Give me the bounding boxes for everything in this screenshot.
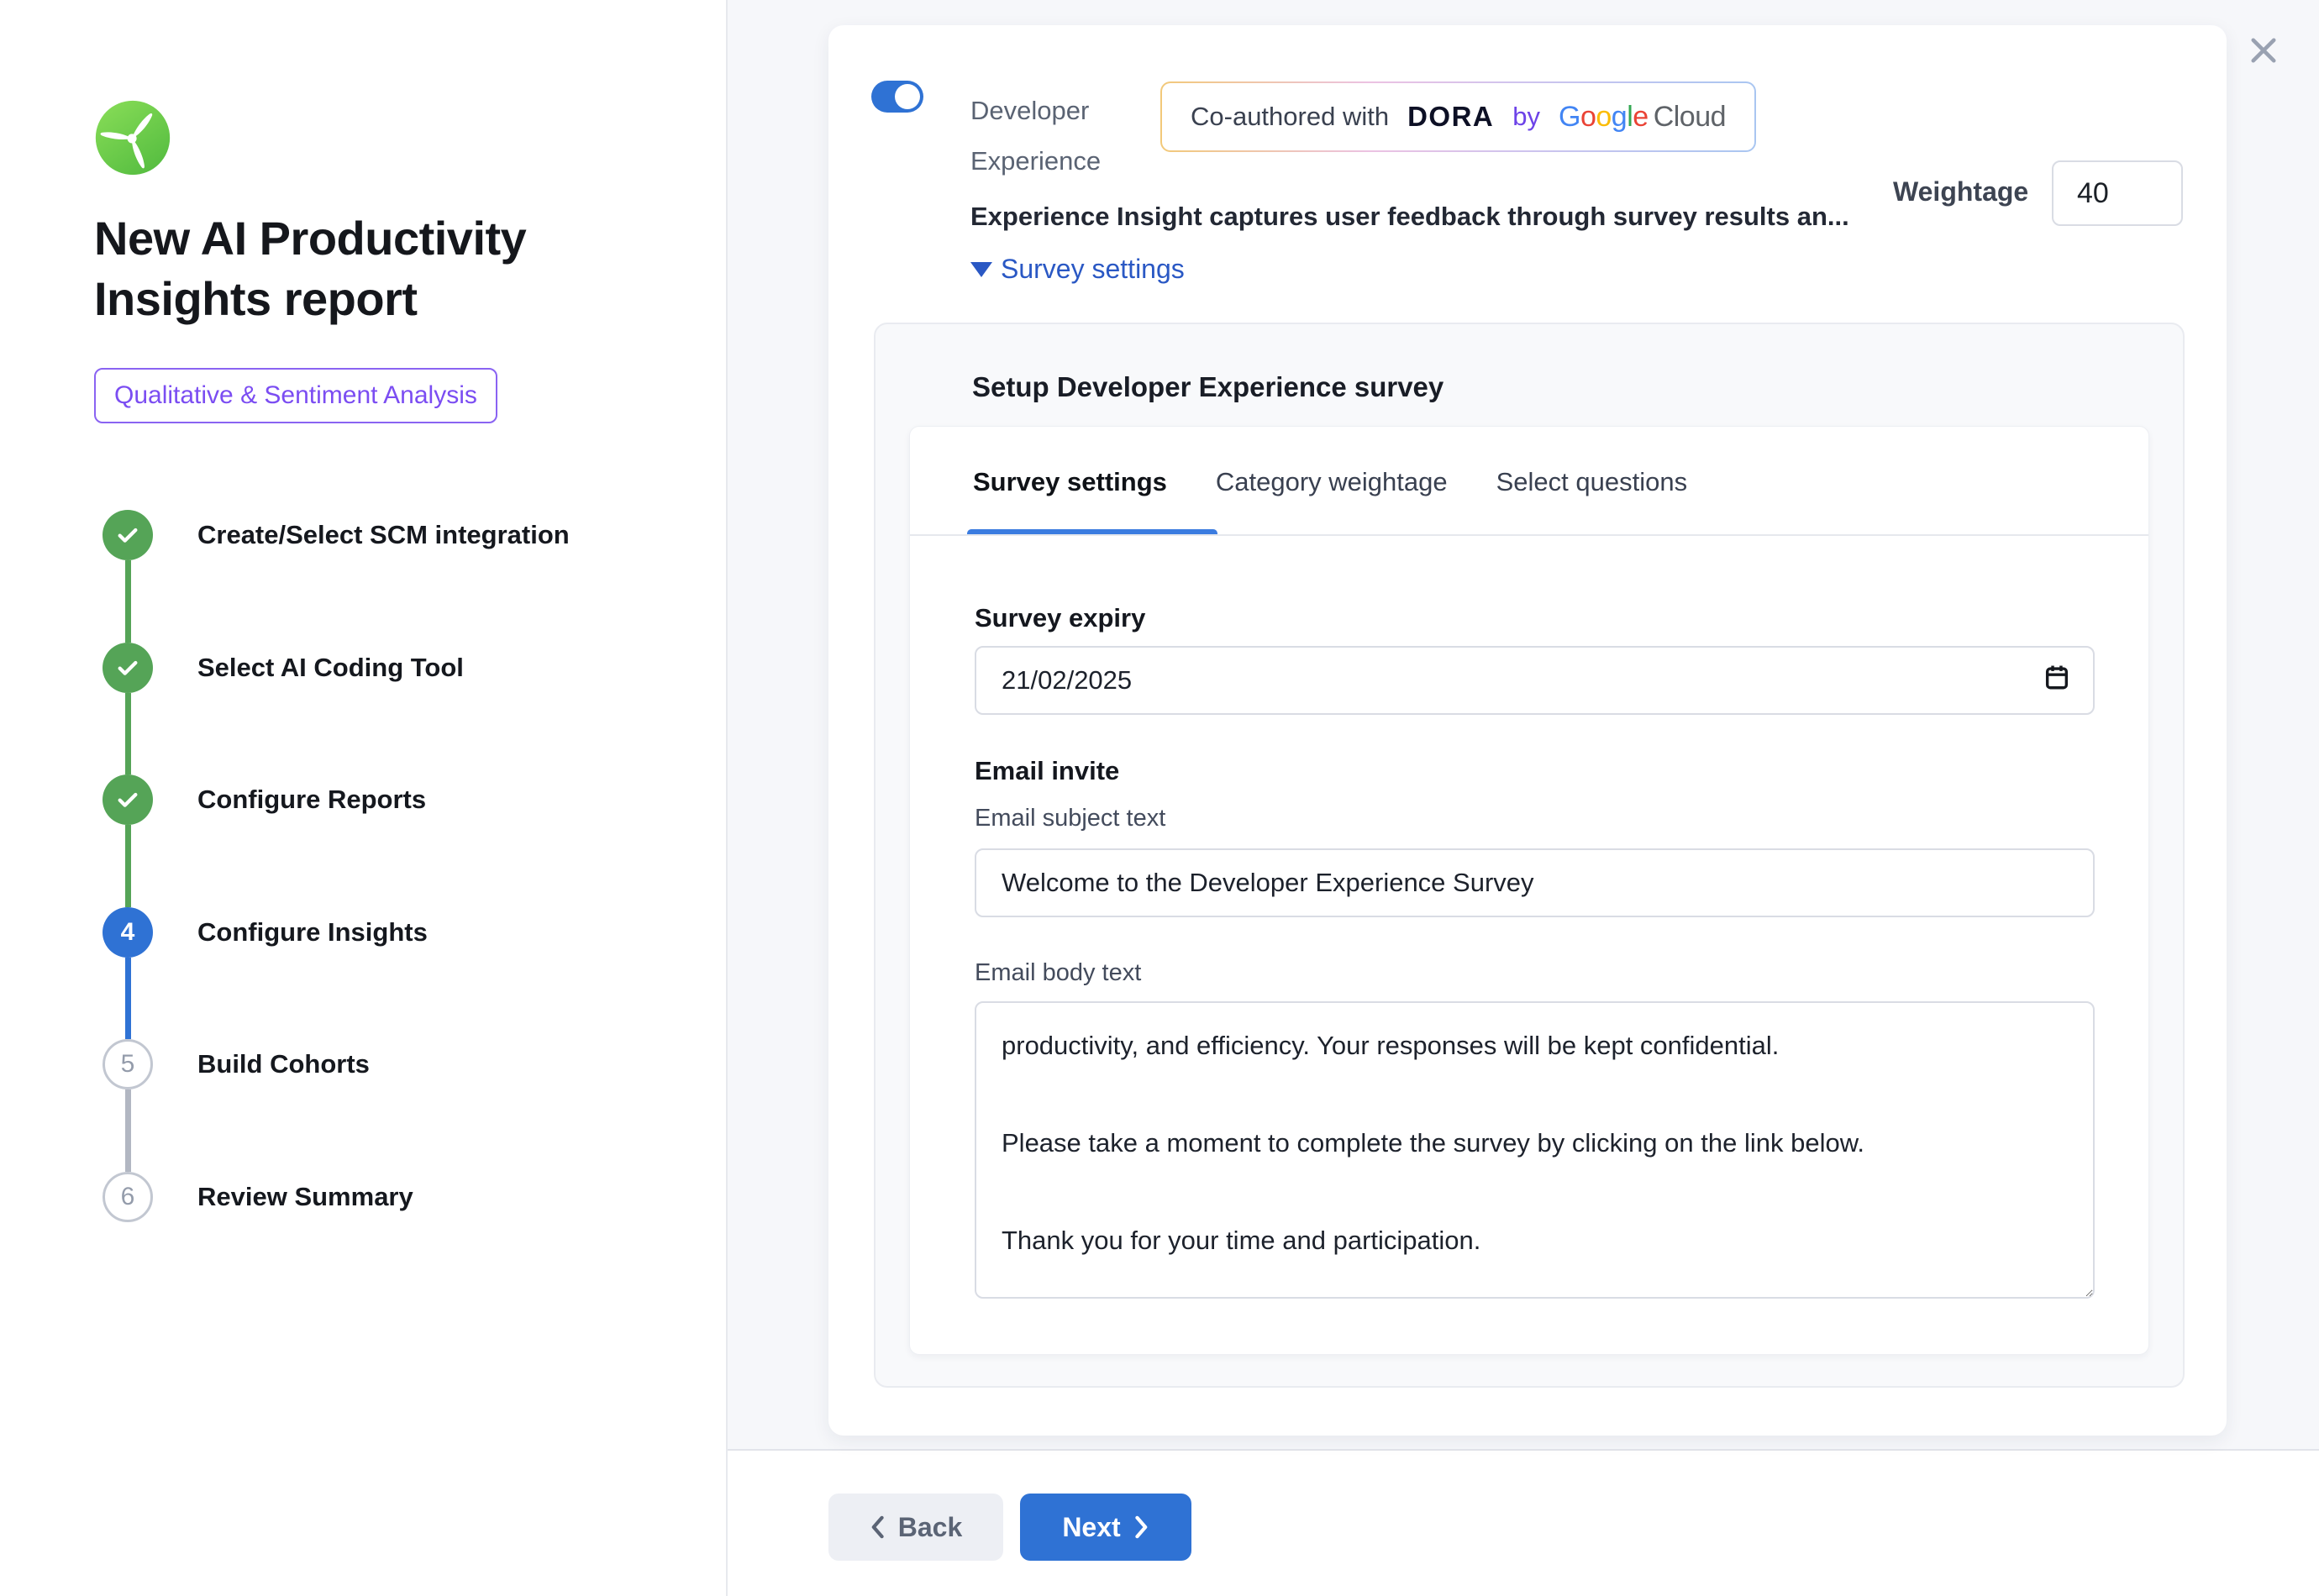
back-button-label: Back [898, 1512, 963, 1543]
back-button[interactable]: Back [828, 1494, 1003, 1561]
dora-logo: DORA [1407, 101, 1494, 133]
app-logo-icon [94, 99, 171, 176]
survey-settings-link-label: Survey settings [1001, 254, 1185, 285]
tab-survey-settings[interactable]: Survey settings [973, 467, 1167, 514]
weightage-label: Weightage [1893, 176, 2036, 207]
survey-expiry-input[interactable]: 21/02/2025 [975, 646, 2095, 715]
calendar-icon[interactable] [2043, 663, 2071, 698]
tab-divider [910, 534, 2148, 536]
cloud-label: Cloud [1654, 101, 1726, 133]
page-title-line1: New AI Productivity [94, 208, 632, 269]
analysis-type-badge: Qualitative & Sentiment Analysis [94, 368, 497, 423]
insight-name-line2: Experience [970, 136, 1101, 186]
next-button[interactable]: Next [1020, 1494, 1191, 1561]
check-icon [114, 786, 141, 813]
chevron-right-icon [1134, 1515, 1149, 1539]
step-connector [125, 958, 131, 1039]
check-icon [114, 654, 141, 681]
step-create-select-scm-integration[interactable]: Create/Select SCM integration [0, 510, 728, 560]
step-connector [125, 560, 131, 643]
step-label: Configure Insights [197, 917, 428, 948]
step-select-ai-coding-tool[interactable]: Select AI Coding Tool [0, 643, 728, 693]
check-icon [114, 522, 141, 549]
step-todo-circle: 5 [103, 1039, 153, 1089]
tab-select-questions[interactable]: Select questions [1496, 467, 1687, 514]
step-label: Select AI Coding Tool [197, 653, 464, 683]
coauthor-by: by [1512, 102, 1540, 132]
page: New AI Productivity Insights report Qual… [0, 0, 2319, 1596]
email-body-textarea[interactable]: productivity, and efficiency. Your respo… [975, 1001, 2095, 1299]
step-connector [125, 1089, 131, 1172]
step-configure-reports[interactable]: Configure Reports [0, 774, 728, 825]
step-todo-circle: 6 [103, 1172, 153, 1222]
close-icon[interactable] [2238, 25, 2289, 76]
setup-survey-card: Setup Developer Experience survey Survey… [874, 323, 2185, 1388]
insight-description: Experience Insight captures user feedbac… [970, 202, 1928, 232]
developer-experience-toggle[interactable] [871, 81, 923, 113]
step-done-circle [103, 774, 153, 825]
step-label: Review Summary [197, 1182, 413, 1212]
coauthored-badge: Co-authored with DORA by GoogleCloud [1160, 81, 1756, 152]
step-review-summary[interactable]: 6 Review Summary [0, 1172, 728, 1222]
email-body-label: Email body text [975, 959, 1141, 987]
step-connector [125, 825, 131, 907]
triangle-down-icon [970, 262, 992, 277]
page-title: New AI Productivity Insights report [94, 208, 632, 328]
survey-settings-card: Survey settings Category weightage Selec… [909, 426, 2149, 1355]
step-configure-insights[interactable]: 4 Configure Insights [0, 907, 728, 958]
step-build-cohorts[interactable]: 5 Build Cohorts [0, 1039, 728, 1089]
email-subject-label: Email subject text [975, 805, 1165, 832]
step-connector [125, 693, 131, 774]
setup-survey-title: Setup Developer Experience survey [972, 371, 1443, 403]
google-cloud-logo: GoogleCloud [1559, 101, 1726, 134]
survey-settings-collapse[interactable]: Survey settings [970, 254, 1185, 285]
insight-name: Developer Experience [970, 86, 1101, 186]
configure-insights-panel: Developer Experience Co-authored with DO… [828, 25, 2227, 1436]
insight-name-line1: Developer [970, 86, 1101, 136]
email-invite-label: Email invite [975, 756, 1119, 786]
wizard-sidebar: New AI Productivity Insights report Qual… [0, 0, 728, 1596]
step-done-circle [103, 643, 153, 693]
coauthor-prefix: Co-authored with [1191, 102, 1389, 132]
weightage-input[interactable] [2052, 160, 2183, 226]
coauthored-badge-content: Co-authored with DORA by GoogleCloud [1162, 83, 1754, 150]
email-subject-input[interactable] [975, 848, 2095, 917]
survey-expiry-value: 21/02/2025 [1002, 665, 1132, 696]
survey-expiry-label: Survey expiry [975, 603, 1145, 633]
page-title-line2: Insights report [94, 269, 632, 329]
tab-category-weightage[interactable]: Category weightage [1216, 467, 1448, 514]
step-active-circle: 4 [103, 907, 153, 958]
step-label: Build Cohorts [197, 1049, 370, 1079]
step-done-circle [103, 510, 153, 560]
step-label: Configure Reports [197, 785, 426, 815]
step-label: Create/Select SCM integration [197, 520, 570, 550]
toggle-knob [895, 84, 920, 109]
chevron-left-icon [870, 1515, 885, 1539]
next-button-label: Next [1062, 1512, 1120, 1543]
tab-bar: Survey settings Category weightage Selec… [973, 467, 1687, 514]
